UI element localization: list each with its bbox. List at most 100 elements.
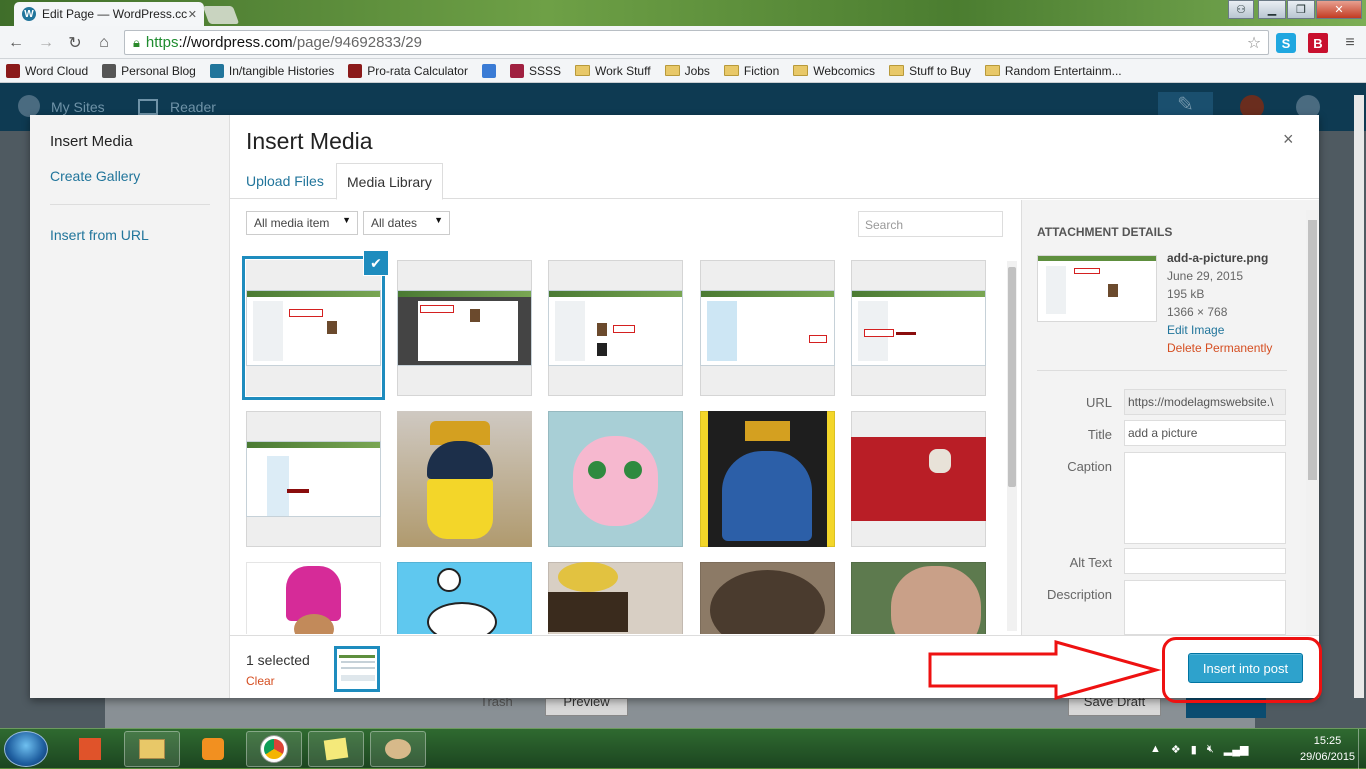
bookmark-item[interactable]: Word Cloud (6, 63, 89, 78)
check-icon[interactable]: ✔ (364, 251, 388, 275)
attachment-thumb-11[interactable] (246, 562, 381, 634)
bookmark-item[interactable]: SSSS (509, 63, 561, 78)
menu-insert-from-url[interactable]: Insert from URL (50, 227, 149, 243)
bookmark-label: Personal Blog (121, 63, 196, 78)
bookmark-item[interactable]: Jobs (664, 64, 710, 78)
attachment-details-heading: ATTACHMENT DETAILS (1037, 225, 1173, 239)
minimize-button[interactable]: ▁ (1258, 0, 1286, 19)
tab-media-library[interactable]: Media Library (336, 163, 443, 200)
show-hidden-icon[interactable]: ▲ (1150, 743, 1161, 755)
attachment-thumb-15[interactable] (851, 562, 986, 634)
attachment-thumb-1[interactable] (246, 260, 381, 396)
explorer-icon[interactable] (124, 731, 180, 767)
bookmark-item[interactable]: Webcomics (793, 64, 875, 78)
url-field[interactable]: https://modelagmswebsite.\ (1124, 389, 1286, 415)
folder-icon (793, 65, 809, 76)
address-bar[interactable]: 🔒︎ https://wordpress.com/page/94692833/2… (124, 30, 1269, 55)
selection-thumbnail[interactable] (334, 646, 380, 692)
bookmark-item[interactable]: Random Entertainm... (984, 64, 1122, 78)
clear-selection-link[interactable]: Clear (246, 674, 275, 688)
reload-icon[interactable]: ↻ (65, 33, 85, 53)
user-icon[interactable]: ⚇ (1228, 0, 1254, 19)
bookmark-ext-icon[interactable]: B (1308, 33, 1328, 53)
bookmark-label: Fiction (743, 63, 780, 78)
star-icon[interactable]: ☆ (1244, 33, 1264, 53)
back-icon[interactable]: ← (6, 33, 26, 53)
forward-icon[interactable]: → (36, 33, 56, 53)
page-scrollbar[interactable] (1354, 95, 1364, 715)
start-button[interactable] (4, 731, 48, 767)
reader-link[interactable]: Reader (170, 99, 216, 115)
maximize-button[interactable]: ❐ (1287, 0, 1315, 19)
attachment-thumb-2[interactable] (397, 260, 532, 396)
media-player-icon[interactable] (185, 731, 241, 767)
my-sites-link[interactable]: My Sites (51, 99, 105, 115)
divider (1037, 370, 1287, 371)
attachment-thumb-9[interactable] (700, 411, 835, 547)
date-filter[interactable]: All dates ▼ (363, 211, 450, 235)
close-tab-icon[interactable]: ✕ (188, 8, 197, 21)
media-type-filter[interactable]: All media item ▼ (246, 211, 358, 235)
preview-button[interactable]: Preview (545, 695, 628, 716)
attachment-thumb-5[interactable] (851, 260, 986, 396)
attachment-thumb-10[interactable] (851, 411, 986, 547)
folder-icon (664, 65, 680, 76)
bookmark-item[interactable]: Work Stuff (574, 63, 651, 78)
attachments-scrollbar[interactable] (1007, 261, 1017, 631)
google-icon (481, 63, 496, 78)
alt-text-field[interactable] (1124, 548, 1286, 574)
bookmark-item[interactable] (481, 63, 496, 78)
bookmark-item[interactable]: In/tangible Histories (209, 63, 335, 78)
tab-upload-files[interactable]: Upload Files (236, 163, 334, 200)
attachment-thumb-8[interactable] (548, 411, 683, 547)
bookmark-item[interactable]: Personal Blog (102, 63, 196, 78)
skype-icon[interactable]: S (1276, 33, 1296, 53)
close-icon[interactable]: × (1283, 129, 1294, 150)
attachment-thumb-14[interactable] (700, 562, 835, 634)
wordpress-logo-icon[interactable] (18, 95, 40, 117)
home-icon[interactable]: ⌂ (94, 33, 114, 53)
dropbox-icon[interactable]: ❖ (1171, 743, 1181, 756)
attachment-thumb-3[interactable] (548, 260, 683, 396)
attachment-thumb-7[interactable] (397, 411, 532, 547)
bookmark-label: Word Cloud (25, 63, 89, 78)
caption-label: Caption (1067, 459, 1112, 474)
caption-field[interactable] (1124, 452, 1286, 544)
sticky-notes-icon[interactable] (308, 731, 364, 767)
new-tab-button[interactable] (202, 6, 240, 24)
volume-muted-icon[interactable]: 🔇︎ (1207, 743, 1214, 756)
title-field[interactable]: add a picture (1124, 420, 1286, 446)
menu-create-gallery[interactable]: Create Gallery (50, 168, 140, 184)
wordpress-icon (209, 63, 224, 78)
attachment-thumb-4[interactable] (700, 260, 835, 396)
chrome-icon[interactable] (246, 731, 302, 767)
attachment-thumb-6[interactable] (246, 411, 381, 547)
show-desktop-button[interactable] (1358, 729, 1366, 769)
bookmark-label: In/tangible Histories (228, 63, 335, 78)
edit-image-link[interactable]: Edit Image (1167, 323, 1224, 337)
paint-icon[interactable] (370, 731, 426, 767)
description-field[interactable] (1124, 580, 1286, 635)
search-input[interactable]: Search (858, 211, 1003, 237)
ssss-icon (509, 63, 524, 78)
network-icon[interactable]: ▂▄▆ (1224, 743, 1249, 756)
browser-tab[interactable]: W Edit Page — WordPress.cc ✕ (14, 2, 204, 26)
title-label: Title (1087, 427, 1112, 442)
bookmark-item[interactable]: Pro-rata Calculator (348, 63, 468, 78)
attachment-thumb-13[interactable] (548, 562, 683, 634)
menu-insert-media[interactable]: Insert Media (50, 133, 133, 150)
folder-icon (723, 65, 739, 76)
sidebar-scrollbar[interactable] (1306, 210, 1318, 635)
device-icon[interactable]: ▮ (1191, 743, 1197, 756)
clock[interactable]: 15:25 29/06/2015 (1300, 733, 1355, 765)
office-icon[interactable] (62, 731, 118, 767)
windows-taskbar: ▲ ❖ ▮ 🔇︎ ▂▄▆ 15:25 29/06/2015 (0, 728, 1366, 769)
bookmark-item[interactable]: Fiction (723, 63, 780, 78)
delete-permanently-link[interactable]: Delete Permanently (1167, 341, 1272, 355)
attachment-thumb-12[interactable] (397, 562, 532, 634)
menu-icon[interactable]: ≡ (1340, 33, 1360, 53)
bookmark-label: Work Stuff (594, 63, 651, 78)
clock-date: 29/06/2015 (1300, 751, 1356, 763)
bookmark-item[interactable]: Stuff to Buy (889, 64, 971, 78)
close-window-button[interactable]: ✕ (1316, 0, 1362, 19)
